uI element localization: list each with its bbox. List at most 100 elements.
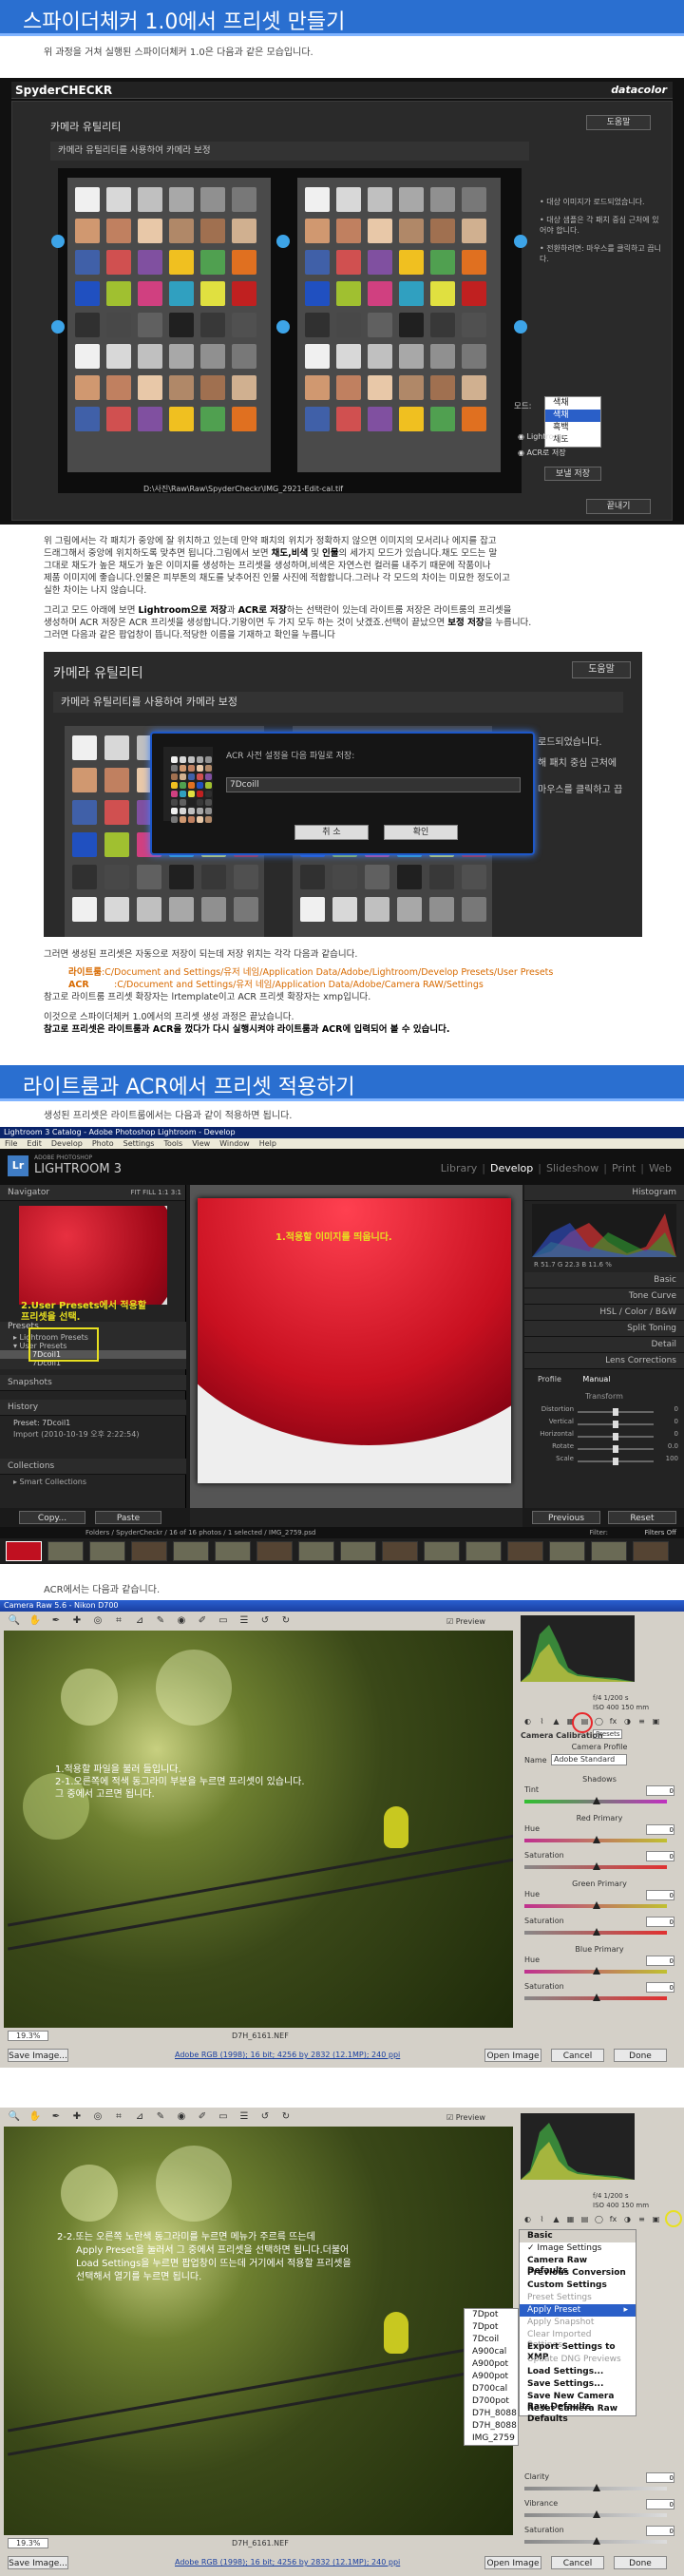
slider-value-input[interactable] — [646, 2499, 674, 2509]
checker-right-image[interactable] — [297, 178, 501, 472]
slider-value-input[interactable] — [646, 2472, 674, 2483]
filmstrip-thumbnail[interactable] — [549, 1541, 585, 1561]
filmstrip-thumbnail[interactable] — [633, 1541, 669, 1561]
workflow-options-link[interactable]: Adobe RGB (1998); 16 bit; 4256 by 2832 (… — [175, 2558, 400, 2566]
snapshots-header[interactable]: Snapshots — [0, 1375, 186, 1391]
slider-value-input[interactable] — [646, 1917, 674, 1927]
color-sampler-icon[interactable]: ✚ — [66, 2111, 87, 2122]
filmstrip-thumbnail[interactable] — [89, 1541, 125, 1561]
snapshots-tab-icon[interactable]: ▣ — [649, 2215, 663, 2223]
cancel-button[interactable]: Cancel — [551, 2556, 604, 2569]
menu-item[interactable]: Save New Camera Raw Defaults — [520, 2391, 636, 2412]
checker-left-image[interactable] — [67, 178, 271, 472]
acr-preview[interactable]: 2-2.또는 오른쪽 노란색 동그라미를 누르면 메뉴가 주르륵 뜨는데 App… — [4, 2127, 513, 2535]
slider-knob[interactable] — [593, 1836, 600, 1843]
collections-header[interactable]: Collections — [0, 1459, 186, 1475]
hand-icon[interactable]: ✋ — [25, 2111, 46, 2122]
rotate-left-icon[interactable]: ↺ — [255, 2111, 276, 2122]
history-header[interactable]: History — [0, 1400, 186, 1416]
drag-handle[interactable] — [51, 235, 65, 248]
white-balance-icon[interactable]: ✒ — [46, 2111, 66, 2122]
menu-item[interactable]: Export Settings to XMP — [520, 2341, 636, 2362]
menu-item[interactable]: Update DNG Previews — [520, 2354, 636, 2366]
menu-item[interactable]: Custom Settings — [520, 2280, 636, 2292]
module-develop[interactable]: Develop — [485, 1162, 538, 1174]
menu-item[interactable]: Camera Raw Defaults — [520, 2255, 636, 2276]
crop-icon[interactable]: ⌗ — [108, 1615, 129, 1626]
lens-tab-icon[interactable]: ◯ — [592, 2215, 606, 2223]
adjustment-brush-icon[interactable]: ✐ — [192, 1615, 213, 1626]
preset-option[interactable]: 7Dpot — [465, 2309, 518, 2321]
filmstrip-thumbnail[interactable] — [6, 1541, 42, 1561]
menu-item[interactable]: ✓ Image Settings — [520, 2242, 636, 2255]
menu-item[interactable]: Preset Settings — [520, 2292, 636, 2304]
target-adjust-icon[interactable]: ◎ — [87, 2111, 108, 2122]
white-balance-icon[interactable]: ✒ — [46, 1615, 66, 1626]
presets-tab-icon[interactable]: ≡ — [635, 2215, 649, 2223]
reset-button[interactable]: Reset — [608, 1511, 676, 1524]
workflow-options-link[interactable]: Adobe RGB (1998); 16 bit; 4256 by 2832 (… — [175, 2051, 400, 2059]
menu-item[interactable]: Save Settings... — [520, 2378, 636, 2391]
filmstrip-thumbnail[interactable] — [48, 1541, 84, 1561]
split-tone-tab-icon[interactable]: ▤ — [578, 2215, 592, 2223]
preset-option[interactable]: A900pot — [465, 2358, 518, 2371]
history-item[interactable]: Import (2010-10-19 오후 2:22:54) — [13, 1429, 139, 1440]
open-image-button[interactable]: Open Image — [484, 2049, 542, 2062]
menu-edit[interactable]: Edit — [22, 1139, 47, 1148]
drag-handle[interactable] — [514, 320, 527, 334]
preset-option[interactable]: A900cal — [465, 2346, 518, 2358]
preset-option[interactable]: 7Dpot — [465, 2321, 518, 2334]
effects-tab-icon[interactable]: fx — [606, 2215, 620, 2223]
panel-1[interactable]: Tone Curve — [524, 1288, 684, 1305]
mode-value[interactable]: 색채 — [545, 397, 600, 410]
tab-manual[interactable]: Manual — [573, 1375, 619, 1383]
menu-tools[interactable]: Tools — [159, 1139, 187, 1148]
filmstrip-thumbnail[interactable] — [382, 1541, 418, 1561]
rotate-right-icon[interactable]: ↻ — [276, 2111, 296, 2122]
preset-option[interactable]: 7Dcoil — [465, 2334, 518, 2346]
slider-value-input[interactable] — [646, 1785, 674, 1796]
open-image-button[interactable]: Open Image — [484, 2556, 542, 2569]
basic-tab-icon[interactable]: ◐ — [521, 1717, 535, 1726]
preferences-icon[interactable]: ☰ — [234, 2111, 255, 2122]
drag-handle[interactable] — [514, 235, 527, 248]
radio-lightroom[interactable]: ◉ Lightroom — [518, 432, 565, 441]
filmstrip-thumbnail[interactable] — [466, 1541, 502, 1561]
slider-knob[interactable] — [613, 1421, 618, 1428]
filmstrip-thumbnail[interactable] — [215, 1541, 251, 1561]
acr-preview[interactable]: 1.적용할 파일을 불러 들입니다. 2-1.오른쪽에 적색 동그라미 부분을 … — [4, 1631, 513, 2028]
calibration-tab-icon[interactable]: ◑ — [620, 1717, 635, 1726]
save-calibration-button[interactable]: 보낼 저장 — [544, 467, 601, 481]
done-button[interactable]: Done — [614, 2556, 667, 2569]
save-image-button[interactable]: Save Image... — [8, 2556, 68, 2569]
preset-option[interactable]: D700cal — [465, 2383, 518, 2395]
rotate-right-icon[interactable]: ↻ — [276, 1615, 296, 1626]
panel-2[interactable]: HSL / Color / B&W — [524, 1305, 684, 1321]
detail-tab-icon[interactable]: ▲ — [549, 1717, 563, 1726]
menu-window[interactable]: Window — [215, 1139, 255, 1148]
radio-acr[interactable]: ◉ ACR로 저장 — [518, 448, 566, 458]
lens-tab-icon[interactable]: ◯ — [592, 1717, 606, 1726]
module-print[interactable]: Print — [607, 1162, 640, 1174]
preset-option[interactable]: IMG_2759 — [465, 2433, 518, 2445]
slider-value-input[interactable] — [646, 1851, 674, 1861]
save-image-button[interactable]: Save Image... — [8, 2049, 68, 2062]
menu-item[interactable]: Apply Snapshot — [520, 2317, 636, 2329]
preview-checkbox[interactable]: ☑ Preview — [446, 2113, 485, 2122]
menu-item[interactable]: Reset Camera Raw Defaults — [520, 2403, 636, 2424]
menu-view[interactable]: View — [187, 1139, 215, 1148]
menu-photo[interactable]: Photo — [87, 1139, 119, 1148]
slider-knob[interactable] — [613, 1433, 618, 1441]
smart-collections[interactable]: ▸ Smart Collections — [13, 1478, 86, 1486]
nav-zoom[interactable]: FIT FILL 1:1 3:1 — [131, 1185, 185, 1201]
rotate-left-icon[interactable]: ↺ — [255, 1615, 276, 1626]
slider-value-input[interactable] — [646, 1890, 674, 1900]
straighten-icon[interactable]: ⊿ — [129, 1615, 150, 1626]
zoom-icon[interactable]: 🔍 — [4, 2111, 25, 2122]
slider-value-input[interactable] — [646, 1824, 674, 1835]
presets-tab-icon[interactable]: ≡ — [635, 1717, 649, 1726]
menu-item-apply-preset[interactable]: Apply Preset ▸ — [520, 2304, 636, 2317]
slider-knob[interactable] — [593, 2537, 600, 2545]
slider-knob[interactable] — [593, 1901, 600, 1909]
filter-select[interactable]: Filters Off — [644, 1527, 676, 1538]
